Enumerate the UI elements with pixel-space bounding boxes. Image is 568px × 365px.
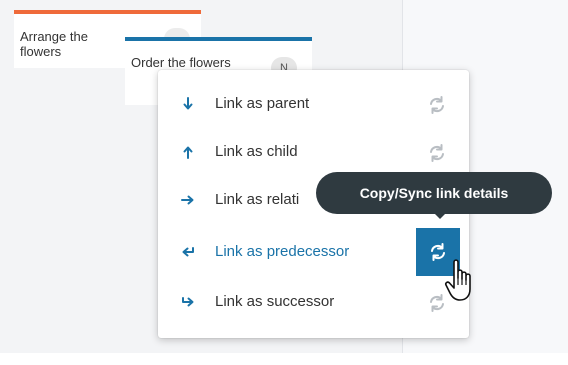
arrow-down-icon [179,80,197,128]
card-color-bar [14,10,201,14]
arrow-up-icon [179,128,197,176]
menu-item-label: Link as parent [215,95,310,112]
arrow-right-icon [179,176,197,224]
sync-icon[interactable] [415,88,459,122]
menu-item-label: Link as predecessor [215,243,350,260]
tooltip-copy-sync: Copy/Sync link details [316,172,552,214]
card-title: Arrange the flowers [20,29,88,59]
menu-item-label: Link as relati [215,191,300,208]
arrow-return-left-icon [179,228,197,276]
board-canvas: Arrange the flowers Order the flowers N … [0,0,568,365]
menu-item-label: Link as successor [215,293,335,310]
menu-item-link-as-successor[interactable]: Link as successor [158,278,469,326]
sync-icon[interactable] [415,136,459,170]
tooltip-tail [434,213,446,219]
hand-pointer-cursor-icon [444,258,478,306]
menu-item-link-as-child[interactable]: Link as child [158,128,469,176]
menu-item-link-as-predecessor[interactable]: Link as predecessor [158,228,469,276]
menu-item-label: Link as child [215,143,298,160]
card-color-bar [125,37,312,41]
arrow-return-right-icon [179,278,197,326]
menu-item-link-as-parent[interactable]: Link as parent [158,80,469,128]
card-title: Order the flowers [131,55,231,70]
board-bottom-strip [0,353,568,365]
